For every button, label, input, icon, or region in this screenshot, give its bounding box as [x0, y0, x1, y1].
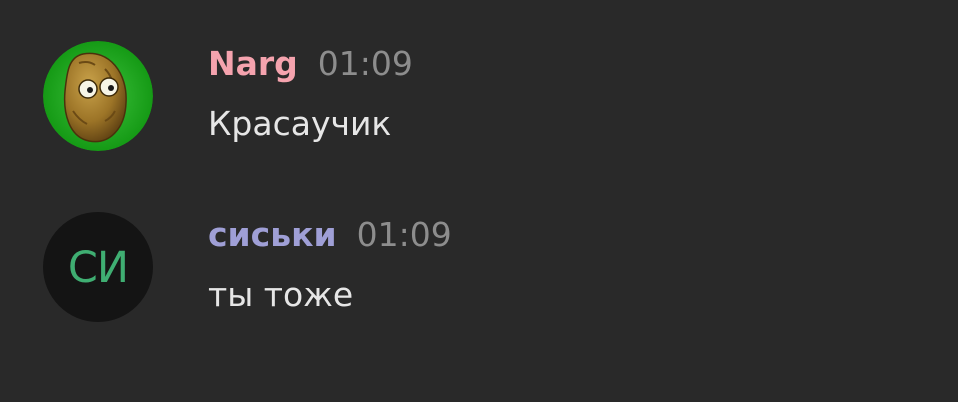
author-name[interactable]: сиськи [208, 215, 337, 254]
walnut-icon [43, 41, 153, 151]
message-timestamp: 01:09 [317, 44, 413, 83]
message-text: ты тоже [208, 275, 354, 314]
avatar-initials: СИ [67, 243, 129, 293]
message-header: Narg 01:09 [208, 44, 413, 88]
chat-message-list: Narg 01:09 Красаучик СИ сиськи 01:09 ты … [0, 0, 958, 402]
chat-message: СИ сиськи 01:09 ты тоже [0, 197, 958, 337]
message-timestamp: 01:09 [356, 215, 452, 254]
message-text: Красаучик [208, 104, 392, 143]
avatar[interactable] [43, 41, 153, 151]
author-name[interactable]: Narg [208, 44, 298, 83]
message-header: сиськи 01:09 [208, 215, 452, 259]
chat-message: Narg 01:09 Красаучик [0, 26, 958, 166]
avatar[interactable]: СИ [43, 212, 153, 322]
